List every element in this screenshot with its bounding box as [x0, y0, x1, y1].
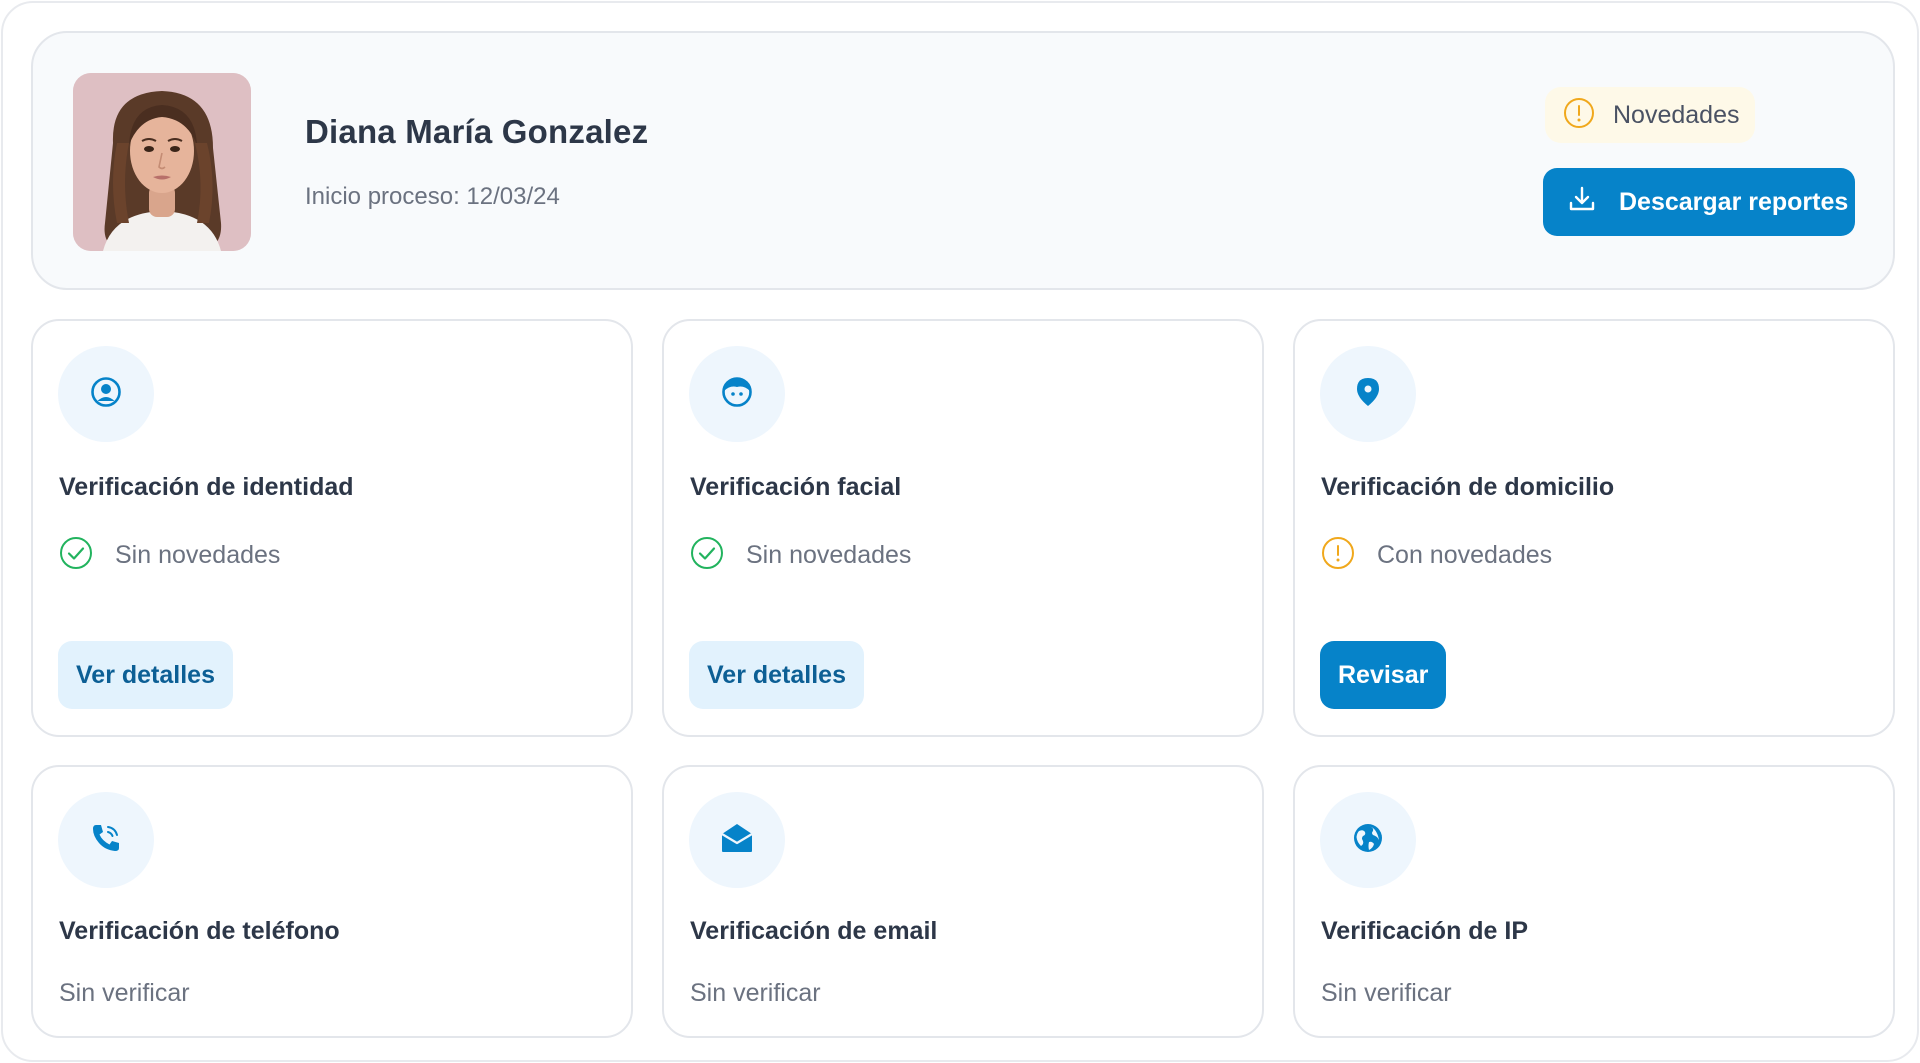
status-row: Con novedades: [1321, 536, 1552, 575]
review-button[interactable]: Revisar: [1320, 641, 1447, 709]
card-address-verification: Verificación de domicilio Con novedades …: [1293, 319, 1895, 737]
profile-name: Diana María Gonzalez: [305, 113, 649, 150]
phone-icon: [90, 822, 122, 859]
card-title: Verificación facial: [690, 473, 902, 501]
ip-icon-container: [1320, 792, 1416, 888]
check-circle-icon: [690, 536, 724, 575]
process-start-date: Inicio proceso: 12/03/24: [305, 183, 560, 210]
warning-circle-icon: [1321, 536, 1355, 575]
card-email-verification: Verificación de email Sin verificar: [662, 765, 1264, 1038]
status-text: Sin novedades: [115, 541, 281, 569]
card-title: Verificación de email: [690, 917, 938, 945]
download-reports-button[interactable]: Descargar reportes: [1543, 168, 1855, 236]
download-reports-label: Descargar reportes: [1619, 187, 1849, 216]
status-text: Con novedades: [1377, 541, 1553, 569]
facial-icon-container: [689, 346, 785, 442]
card-phone-verification: Verificación de teléfono Sin verificar: [31, 765, 633, 1038]
status-text: Sin verificar: [59, 979, 190, 1007]
profile-header: Diana María Gonzalez Inicio proceso: 12/…: [31, 31, 1895, 290]
location-pin-icon: [1353, 376, 1383, 413]
view-details-button[interactable]: Ver detalles: [58, 641, 233, 709]
status-text: Sin verificar: [1321, 979, 1452, 1007]
user-circle-icon: [90, 376, 122, 413]
card-title: Verificación de domicilio: [1321, 473, 1615, 501]
envelope-icon: [720, 822, 754, 859]
page-frame: Diana María Gonzalez Inicio proceso: 12/…: [1, 1, 1919, 1062]
card-title: Verificación de IP: [1321, 917, 1529, 945]
avatar: [73, 73, 251, 251]
email-icon-container: [689, 792, 785, 888]
download-icon: [1567, 184, 1597, 221]
card-title: Verificación de identidad: [59, 473, 354, 501]
card-identity-verification: Verificación de identidad Sin novedades …: [31, 319, 633, 737]
status-row: Sin novedades: [690, 536, 911, 575]
card-title: Verificación de teléfono: [59, 917, 340, 945]
badge-label: Novedades: [1613, 100, 1740, 129]
address-icon-container: [1320, 346, 1416, 442]
card-facial-verification: Verificación facial Sin novedades Ver de…: [662, 319, 1264, 737]
novedades-badge: Novedades: [1545, 87, 1756, 143]
status-text: Sin novedades: [746, 541, 912, 569]
identity-icon-container: [58, 346, 154, 442]
status-text: Sin verificar: [690, 979, 821, 1007]
view-details-button[interactable]: Ver detalles: [689, 641, 864, 709]
face-icon: [721, 376, 753, 413]
phone-icon-container: [58, 792, 154, 888]
globe-icon: [1352, 822, 1384, 859]
status-row: Sin novedades: [59, 536, 280, 575]
warning-circle-icon: [1563, 97, 1595, 134]
check-circle-icon: [59, 536, 93, 575]
card-ip-verification: Verificación de IP Sin verificar: [1293, 765, 1895, 1038]
